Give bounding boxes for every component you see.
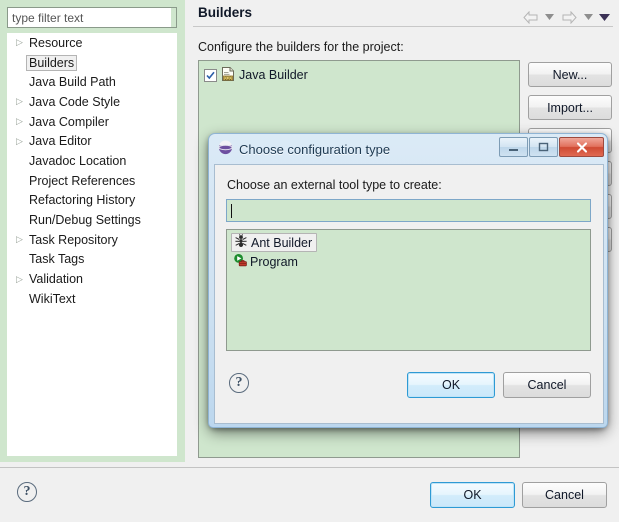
tree-item-label: Builders bbox=[26, 54, 78, 71]
tree-item-label: Validation bbox=[29, 272, 83, 287]
tree-item-refactoring-history[interactable]: ▷ Refactoring History bbox=[7, 191, 177, 211]
dialog-actions: OK Cancel bbox=[407, 372, 591, 398]
preferences-tree[interactable]: ▷ Resource ▷ Builders ▷ Java Build Path … bbox=[7, 33, 177, 456]
new-button[interactable]: New... bbox=[528, 62, 612, 87]
configuration-type-list[interactable]: Ant Builder Program bbox=[226, 229, 591, 351]
tree-item-java-editor[interactable]: ▷ Java Editor bbox=[7, 131, 177, 151]
dialog-cancel-button[interactable]: Cancel bbox=[503, 372, 591, 398]
svg-text:010: 010 bbox=[224, 75, 232, 80]
tree-item-wikitext[interactable]: ▷ WikiText bbox=[7, 289, 177, 309]
filter-box[interactable] bbox=[7, 7, 177, 28]
configuration-name-input[interactable] bbox=[226, 199, 591, 222]
dialog-body: Choose an external tool type to create: bbox=[214, 164, 604, 424]
eclipse-globe-icon bbox=[218, 140, 233, 158]
builder-label: Java Builder bbox=[239, 68, 308, 82]
tree-item-java-code-style[interactable]: ▷ Java Code Style bbox=[7, 92, 177, 112]
expand-arrow-icon[interactable]: ▷ bbox=[13, 274, 26, 284]
dialog-prompt: Choose an external tool type to create: bbox=[227, 178, 442, 192]
maximize-icon[interactable] bbox=[529, 137, 558, 157]
back-menu-chevron-down-icon[interactable] bbox=[543, 9, 556, 25]
tree-item-java-compiler[interactable]: ▷ Java Compiler bbox=[7, 112, 177, 132]
help-icon-glyph: ? bbox=[17, 482, 37, 502]
filter-clear-area[interactable] bbox=[171, 8, 176, 27]
forward-menu-chevron-down-icon[interactable] bbox=[582, 9, 595, 25]
view-menu-chevron-down-icon[interactable] bbox=[598, 9, 611, 25]
java-builder-icon: 010 bbox=[221, 66, 235, 84]
builder-checkbox[interactable] bbox=[204, 68, 217, 82]
back-arrow-icon[interactable] bbox=[520, 9, 540, 25]
expand-arrow-icon[interactable]: ▷ bbox=[13, 136, 26, 146]
tree-item-java-build-path[interactable]: ▷ Java Build Path bbox=[7, 72, 177, 92]
tree-item-label: Resource bbox=[29, 35, 83, 50]
dialog-ok-button[interactable]: OK bbox=[407, 372, 495, 398]
builder-row[interactable]: 010 Java Builder bbox=[199, 65, 519, 85]
footer-actions: OK Cancel bbox=[430, 482, 607, 508]
dialog-help-icon[interactable]: ? bbox=[229, 373, 249, 393]
page-title: Builders bbox=[198, 5, 253, 20]
tree-item-task-repository[interactable]: ▷ Task Repository bbox=[7, 230, 177, 250]
text-caret bbox=[231, 203, 232, 218]
window-controls bbox=[499, 137, 604, 157]
tree-item-label: WikiText bbox=[29, 291, 76, 306]
tree-item-project-references[interactable]: ▷ Project References bbox=[7, 171, 177, 191]
tree-item-javadoc-location[interactable]: ▷ Javadoc Location bbox=[7, 151, 177, 171]
minimize-icon[interactable] bbox=[499, 137, 528, 157]
forward-arrow-icon[interactable] bbox=[559, 9, 579, 25]
tree-item-run-debug-settings[interactable]: ▷ Run/Debug Settings bbox=[7, 210, 177, 230]
preferences-sidebar: ▷ Resource ▷ Builders ▷ Java Build Path … bbox=[0, 0, 185, 462]
import-button[interactable]: Import... bbox=[528, 95, 612, 120]
title-separator bbox=[193, 26, 613, 27]
choose-configuration-type-dialog: Choose configuration type Choose an exte… bbox=[208, 133, 608, 428]
tree-item-label: Java Code Style bbox=[29, 94, 121, 109]
tree-item-label: Refactoring History bbox=[29, 193, 136, 208]
list-item-label: Program bbox=[250, 254, 298, 269]
tree-item-label: Task Repository bbox=[29, 232, 118, 247]
tree-item-label: Project References bbox=[29, 173, 136, 188]
tree-item-label: Java Compiler bbox=[29, 114, 109, 129]
page-description: Configure the builders for the project: bbox=[198, 40, 404, 54]
help-icon[interactable]: ? bbox=[17, 482, 37, 502]
builder-actions: New... Import... bbox=[528, 62, 612, 120]
page-navigation bbox=[520, 9, 611, 25]
list-item-label: Ant Builder bbox=[251, 235, 313, 250]
expand-arrow-icon[interactable]: ▷ bbox=[13, 117, 26, 126]
ok-button[interactable]: OK bbox=[430, 482, 515, 508]
ant-icon bbox=[234, 234, 248, 251]
tree-item-label: Task Tags bbox=[29, 252, 85, 267]
dialog-titlebar[interactable]: Choose configuration type bbox=[209, 134, 609, 164]
help-icon-glyph: ? bbox=[229, 373, 249, 393]
tree-item-label: Run/Debug Settings bbox=[29, 213, 141, 228]
list-item-program[interactable]: Program bbox=[231, 252, 302, 271]
expand-arrow-icon[interactable]: ▷ bbox=[13, 235, 26, 244]
expand-arrow-icon[interactable]: ▷ bbox=[13, 38, 26, 47]
preferences-window: ▷ Resource ▷ Builders ▷ Java Build Path … bbox=[0, 0, 619, 522]
tree-item-label: Java Editor bbox=[29, 134, 92, 149]
program-icon bbox=[233, 253, 247, 270]
tree-item-label: Java Build Path bbox=[29, 75, 116, 90]
search-input[interactable] bbox=[8, 8, 171, 27]
tree-item-task-tags[interactable]: ▷ Task Tags bbox=[7, 250, 177, 270]
tree-item-builders[interactable]: ▷ Builders bbox=[7, 53, 177, 73]
dialog-title: Choose configuration type bbox=[239, 141, 391, 157]
tree-item-resource[interactable]: ▷ Resource bbox=[7, 33, 177, 53]
tree-item-label: Javadoc Location bbox=[29, 153, 127, 168]
expand-arrow-icon[interactable]: ▷ bbox=[13, 97, 26, 106]
tree-item-validation[interactable]: ▷ Validation bbox=[7, 269, 177, 289]
close-icon[interactable] bbox=[559, 137, 604, 157]
cancel-button[interactable]: Cancel bbox=[522, 482, 607, 508]
list-item-ant-builder[interactable]: Ant Builder bbox=[231, 233, 318, 252]
